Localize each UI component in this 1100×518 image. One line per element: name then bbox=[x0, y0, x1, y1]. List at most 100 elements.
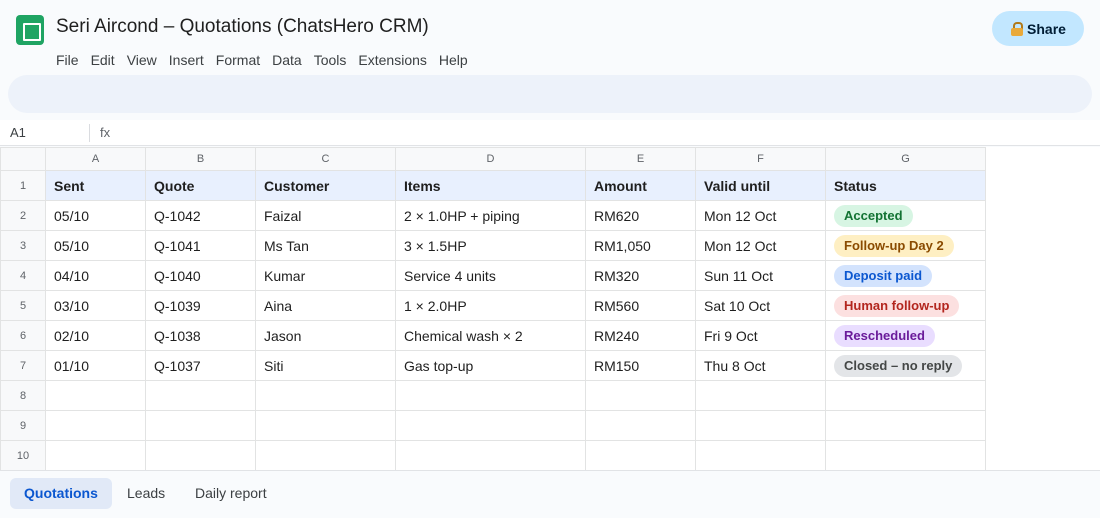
data-cell[interactable]: RM150 bbox=[585, 350, 696, 381]
data-cell[interactable]: Q-1040 bbox=[145, 260, 256, 291]
menu-help[interactable]: Help bbox=[439, 52, 468, 68]
empty-cell[interactable] bbox=[145, 410, 256, 441]
status-cell[interactable]: Follow-up Day 2 bbox=[825, 230, 986, 261]
empty-cell[interactable] bbox=[255, 380, 396, 411]
data-cell[interactable]: RM240 bbox=[585, 320, 696, 351]
document-title[interactable]: Seri Aircond – Quotations (ChatsHero CRM… bbox=[56, 16, 429, 38]
empty-cell[interactable] bbox=[695, 410, 826, 441]
data-cell[interactable]: Sun 11 Oct bbox=[695, 260, 826, 291]
name-box[interactable]: A1 bbox=[10, 125, 26, 140]
menu-tools[interactable]: Tools bbox=[314, 52, 347, 68]
data-cell[interactable]: 2 × 1.0HP + piping bbox=[395, 200, 586, 231]
row-number[interactable]: 10 bbox=[0, 440, 46, 471]
data-cell[interactable]: 05/10 bbox=[45, 200, 146, 231]
data-cell[interactable]: Q-1042 bbox=[145, 200, 256, 231]
empty-cell[interactable] bbox=[825, 380, 986, 411]
status-cell[interactable]: Human follow-up bbox=[825, 290, 986, 321]
menu-extensions[interactable]: Extensions bbox=[358, 52, 426, 68]
row-number[interactable]: 5 bbox=[0, 290, 46, 321]
data-cell[interactable]: RM620 bbox=[585, 200, 696, 231]
data-cell[interactable]: 01/10 bbox=[45, 350, 146, 381]
data-cell[interactable]: Chemical wash × 2 bbox=[395, 320, 586, 351]
sheets-logo-icon[interactable] bbox=[16, 15, 44, 45]
data-cell[interactable]: Aina bbox=[255, 290, 396, 321]
status-cell[interactable]: Closed – no reply bbox=[825, 350, 986, 381]
row-number[interactable]: 7 bbox=[0, 350, 46, 381]
row-number[interactable]: 3 bbox=[0, 230, 46, 261]
empty-cell[interactable] bbox=[255, 410, 396, 441]
column-header-d[interactable]: D bbox=[395, 147, 586, 171]
row-number[interactable]: 8 bbox=[0, 380, 46, 411]
empty-cell[interactable] bbox=[585, 440, 696, 471]
empty-cell[interactable] bbox=[825, 410, 986, 441]
status-cell[interactable]: Accepted bbox=[825, 200, 986, 231]
empty-cell[interactable] bbox=[45, 410, 146, 441]
tab-leads[interactable]: Leads bbox=[113, 478, 179, 509]
data-cell[interactable]: Q-1037 bbox=[145, 350, 256, 381]
column-header-a[interactable]: A bbox=[45, 147, 146, 171]
column-header-g[interactable]: G bbox=[825, 147, 986, 171]
data-cell[interactable]: Thu 8 Oct bbox=[695, 350, 826, 381]
row-number[interactable]: 2 bbox=[0, 200, 46, 231]
data-cell[interactable]: Kumar bbox=[255, 260, 396, 291]
empty-cell[interactable] bbox=[825, 440, 986, 471]
menu-data[interactable]: Data bbox=[272, 52, 302, 68]
menu-file[interactable]: File bbox=[56, 52, 79, 68]
column-header-f[interactable]: F bbox=[695, 147, 826, 171]
row-number[interactable]: 1 bbox=[0, 170, 46, 201]
empty-cell[interactable] bbox=[585, 410, 696, 441]
data-cell[interactable]: Q-1039 bbox=[145, 290, 256, 321]
header-cell[interactable]: Valid until bbox=[695, 170, 826, 201]
data-cell[interactable]: 1 × 2.0HP bbox=[395, 290, 586, 321]
row-number[interactable]: 9 bbox=[0, 410, 46, 441]
data-cell[interactable]: 04/10 bbox=[45, 260, 146, 291]
select-all-corner[interactable] bbox=[0, 147, 46, 171]
header-cell[interactable]: Status bbox=[825, 170, 986, 201]
data-cell[interactable]: Mon 12 Oct bbox=[695, 230, 826, 261]
empty-cell[interactable] bbox=[395, 380, 586, 411]
data-cell[interactable]: 05/10 bbox=[45, 230, 146, 261]
share-button[interactable]: Share bbox=[992, 11, 1084, 46]
menu-insert[interactable]: Insert bbox=[169, 52, 204, 68]
empty-cell[interactable] bbox=[255, 440, 396, 471]
data-cell[interactable]: Service 4 units bbox=[395, 260, 586, 291]
tab-quotations[interactable]: Quotations bbox=[10, 478, 112, 509]
empty-cell[interactable] bbox=[395, 410, 586, 441]
data-cell[interactable]: Q-1038 bbox=[145, 320, 256, 351]
empty-cell[interactable] bbox=[585, 380, 696, 411]
menu-format[interactable]: Format bbox=[216, 52, 260, 68]
status-cell[interactable]: Rescheduled bbox=[825, 320, 986, 351]
header-cell[interactable]: Amount bbox=[585, 170, 696, 201]
status-cell[interactable]: Deposit paid bbox=[825, 260, 986, 291]
empty-cell[interactable] bbox=[45, 440, 146, 471]
data-cell[interactable]: 02/10 bbox=[45, 320, 146, 351]
data-cell[interactable]: RM320 bbox=[585, 260, 696, 291]
header-cell[interactable]: Quote bbox=[145, 170, 256, 201]
data-cell[interactable]: Faizal bbox=[255, 200, 396, 231]
data-cell[interactable]: Ms Tan bbox=[255, 230, 396, 261]
column-header-c[interactable]: C bbox=[255, 147, 396, 171]
header-cell[interactable]: Sent bbox=[45, 170, 146, 201]
data-cell[interactable]: RM1,050 bbox=[585, 230, 696, 261]
empty-cell[interactable] bbox=[695, 440, 826, 471]
column-header-b[interactable]: B bbox=[145, 147, 256, 171]
row-number[interactable]: 6 bbox=[0, 320, 46, 351]
data-cell[interactable]: Mon 12 Oct bbox=[695, 200, 826, 231]
data-cell[interactable]: Fri 9 Oct bbox=[695, 320, 826, 351]
row-number[interactable]: 4 bbox=[0, 260, 46, 291]
empty-cell[interactable] bbox=[145, 380, 256, 411]
data-cell[interactable]: 03/10 bbox=[45, 290, 146, 321]
header-cell[interactable]: Items bbox=[395, 170, 586, 201]
data-cell[interactable]: RM560 bbox=[585, 290, 696, 321]
column-header-e[interactable]: E bbox=[585, 147, 696, 171]
data-cell[interactable]: Siti bbox=[255, 350, 396, 381]
empty-cell[interactable] bbox=[695, 380, 826, 411]
empty-cell[interactable] bbox=[45, 380, 146, 411]
empty-cell[interactable] bbox=[145, 440, 256, 471]
data-cell[interactable]: Jason bbox=[255, 320, 396, 351]
tab-daily-report[interactable]: Daily report bbox=[181, 478, 281, 509]
menu-edit[interactable]: Edit bbox=[91, 52, 115, 68]
data-cell[interactable]: Gas top-up bbox=[395, 350, 586, 381]
menu-view[interactable]: View bbox=[127, 52, 157, 68]
header-cell[interactable]: Customer bbox=[255, 170, 396, 201]
